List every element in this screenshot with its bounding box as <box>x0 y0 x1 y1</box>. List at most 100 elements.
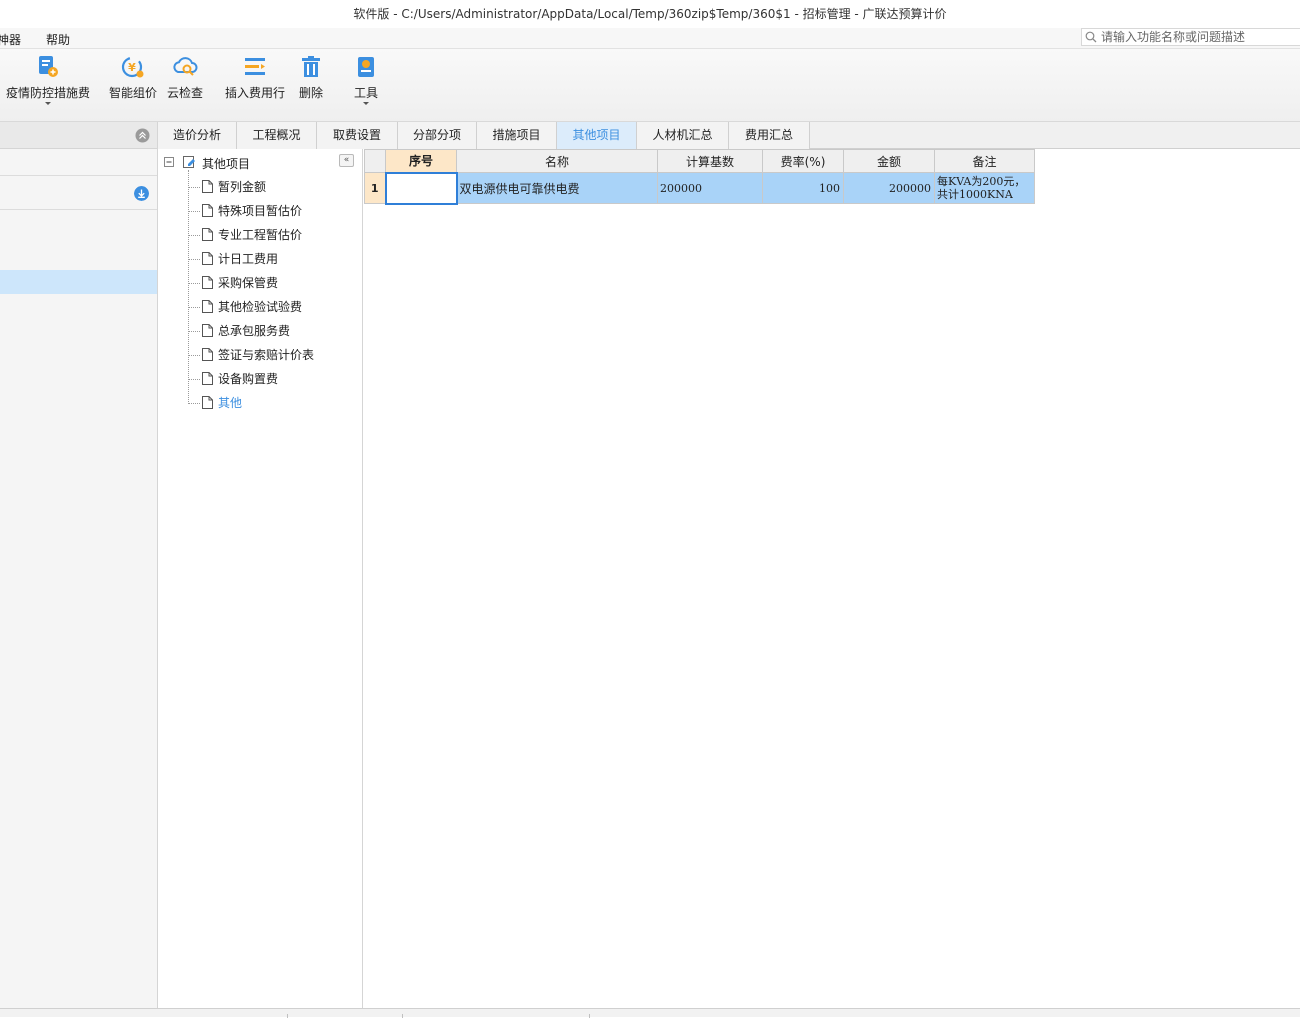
row-number[interactable]: 1 <box>364 172 386 204</box>
cloud-check-button[interactable]: 云检查 <box>164 54 206 101</box>
tree-connector <box>188 355 200 356</box>
column-header-rate[interactable]: 费率(%) <box>762 149 844 173</box>
column-header-note[interactable]: 备注 <box>934 149 1035 173</box>
tab-measure-items[interactable]: 措施项目 <box>477 122 557 149</box>
epidemic-fee-icon <box>39 56 58 77</box>
status-divider <box>589 1014 590 1018</box>
tree-item-label: 采购保管费 <box>218 276 279 290</box>
column-header-base[interactable]: 计算基数 <box>657 149 763 173</box>
tree-item-label: 计日工费用 <box>218 252 279 266</box>
tree-connector <box>188 259 200 260</box>
tree-item-other[interactable]: 其他 <box>202 394 242 412</box>
project-nav-row[interactable] <box>0 175 157 210</box>
document-icon <box>202 228 213 241</box>
tab-other-items[interactable]: 其他项目 <box>557 122 637 149</box>
tree-item-visa-claims[interactable]: 签证与索赔计价表 <box>202 346 314 364</box>
amount-cell[interactable]: 200000 <box>843 172 935 204</box>
other-items-grid: 序号 名称 计算基数 费率(%) 金额 备注 1 双电源供电可靠供电费 2000… <box>364 149 1035 205</box>
tree-connector <box>188 307 200 308</box>
menu-item-tools[interactable]: 神器 <box>0 31 21 48</box>
tab-project-overview[interactable]: 工程概况 <box>237 122 317 149</box>
smart-pricing-button[interactable]: ¥ 智能组价 <box>106 54 160 101</box>
tree-item-professional-estimate[interactable]: 专业工程暂估价 <box>202 226 302 244</box>
insert-row-button[interactable]: 插入费用行 <box>222 54 288 101</box>
tab-divisional-items[interactable]: 分部分项 <box>398 122 477 149</box>
menu-item-help[interactable]: 帮助 <box>46 31 70 48</box>
document-icon <box>202 372 213 385</box>
tree-item-label: 总承包服务费 <box>218 324 291 338</box>
project-nav-selected-item[interactable] <box>0 270 157 294</box>
tools-label: 工具 <box>353 86 378 100</box>
tree-item-label: 专业工程暂估价 <box>218 228 303 242</box>
svg-text:¥: ¥ <box>128 61 136 74</box>
project-nav-header <box>0 122 157 149</box>
other-items-tree: 其他项目 « 暂列金额 特殊项目暂估价 专业工程暂估价 计日工费用 采购保管费 … <box>158 149 363 1008</box>
tree-connector <box>188 283 200 284</box>
tree-connector <box>188 403 200 404</box>
window-title: 软件版 - C:/Users/Administrator/AppData/Loc… <box>0 0 1300 28</box>
grid-corner-cell[interactable] <box>364 149 386 173</box>
tab-labor-material-summary[interactable]: 人材机汇总 <box>637 122 729 149</box>
tree-item-daywork[interactable]: 计日工费用 <box>202 250 278 268</box>
tree-item-provisional-sum[interactable]: 暂列金额 <box>202 178 266 196</box>
insert-row-label: 插入费用行 <box>224 86 285 100</box>
cloud-check-label: 云检查 <box>166 86 203 100</box>
tools-button[interactable]: 工具 <box>350 54 382 105</box>
function-search[interactable] <box>1081 28 1300 46</box>
smart-pricing-icon: ¥ <box>121 56 144 78</box>
document-icon <box>202 204 213 217</box>
note-cell[interactable]: 每KVA为200元，共计1000KNA <box>934 172 1035 204</box>
tab-fee-settings[interactable]: 取费设置 <box>317 122 398 149</box>
toolbar: 疫情防控措施费 ¥ 智能组价 云检查 插入费用行 删除 工具 <box>0 49 1300 122</box>
status-bar <box>0 1008 1300 1018</box>
column-header-name[interactable]: 名称 <box>456 149 658 173</box>
epidemic-fee-label: 疫情防控措施费 <box>5 86 90 100</box>
download-icon[interactable] <box>134 186 149 201</box>
document-icon <box>202 300 213 313</box>
rate-cell[interactable]: 100 <box>762 172 844 204</box>
tree-item-storage-fee[interactable]: 采购保管费 <box>202 274 278 292</box>
tree-connector <box>188 170 189 402</box>
tools-icon <box>358 57 374 77</box>
document-icon <box>202 252 213 265</box>
column-header-seq[interactable]: 序号 <box>385 149 457 173</box>
grid-header-row: 序号 名称 计算基数 费率(%) 金额 备注 <box>364 149 1035 173</box>
cloud-check-icon <box>173 57 198 76</box>
search-input[interactable] <box>1101 29 1297 45</box>
tree-item-label: 设备购置费 <box>218 372 279 386</box>
document-icon <box>202 324 213 337</box>
seq-cell[interactable] <box>384 171 458 205</box>
tree-item-label: 其他 <box>218 396 243 410</box>
base-cell[interactable]: 200000 <box>657 172 763 204</box>
delete-label: 删除 <box>298 86 323 100</box>
insert-row-icon <box>245 58 265 75</box>
tree-connector <box>188 235 200 236</box>
column-header-amount[interactable]: 金额 <box>843 149 935 173</box>
document-icon <box>202 180 213 193</box>
document-icon <box>202 348 213 361</box>
collapse-left-icon[interactable]: « <box>339 154 354 167</box>
project-nav-panel <box>0 122 158 1008</box>
status-divider <box>402 1014 403 1018</box>
table-row[interactable]: 1 双电源供电可靠供电费 200000 100 200000 每KVA为200元… <box>364 171 1035 205</box>
collapse-minus-icon[interactable] <box>164 157 174 167</box>
chevron-down-icon <box>45 102 51 105</box>
document-icon <box>202 396 213 409</box>
tab-fee-summary[interactable]: 费用汇总 <box>729 122 810 149</box>
tab-bar: 造价分析 工程概况 取费设置 分部分项 措施项目 其他项目 人材机汇总 费用汇总 <box>158 122 1300 149</box>
search-icon <box>1085 31 1097 43</box>
tree-item-label: 特殊项目暂估价 <box>218 204 303 218</box>
tree-item-contractor-service[interactable]: 总承包服务费 <box>202 322 290 340</box>
tree-item-special-estimate[interactable]: 特殊项目暂估价 <box>202 202 302 220</box>
collapse-up-icon[interactable] <box>135 128 150 143</box>
delete-button[interactable]: 删除 <box>294 54 328 101</box>
tree-item-equipment-purchase[interactable]: 设备购置费 <box>202 370 278 388</box>
tree-connector <box>188 379 200 380</box>
epidemic-fee-button[interactable]: 疫情防控措施费 <box>4 54 92 105</box>
name-cell[interactable]: 双电源供电可靠供电费 <box>456 172 658 204</box>
smart-pricing-label: 智能组价 <box>108 86 157 100</box>
tree-connector <box>188 331 200 332</box>
tree-connector <box>188 187 200 188</box>
tree-item-testing-fee[interactable]: 其他检验试验费 <box>202 298 302 316</box>
tab-cost-analysis[interactable]: 造价分析 <box>158 122 237 149</box>
